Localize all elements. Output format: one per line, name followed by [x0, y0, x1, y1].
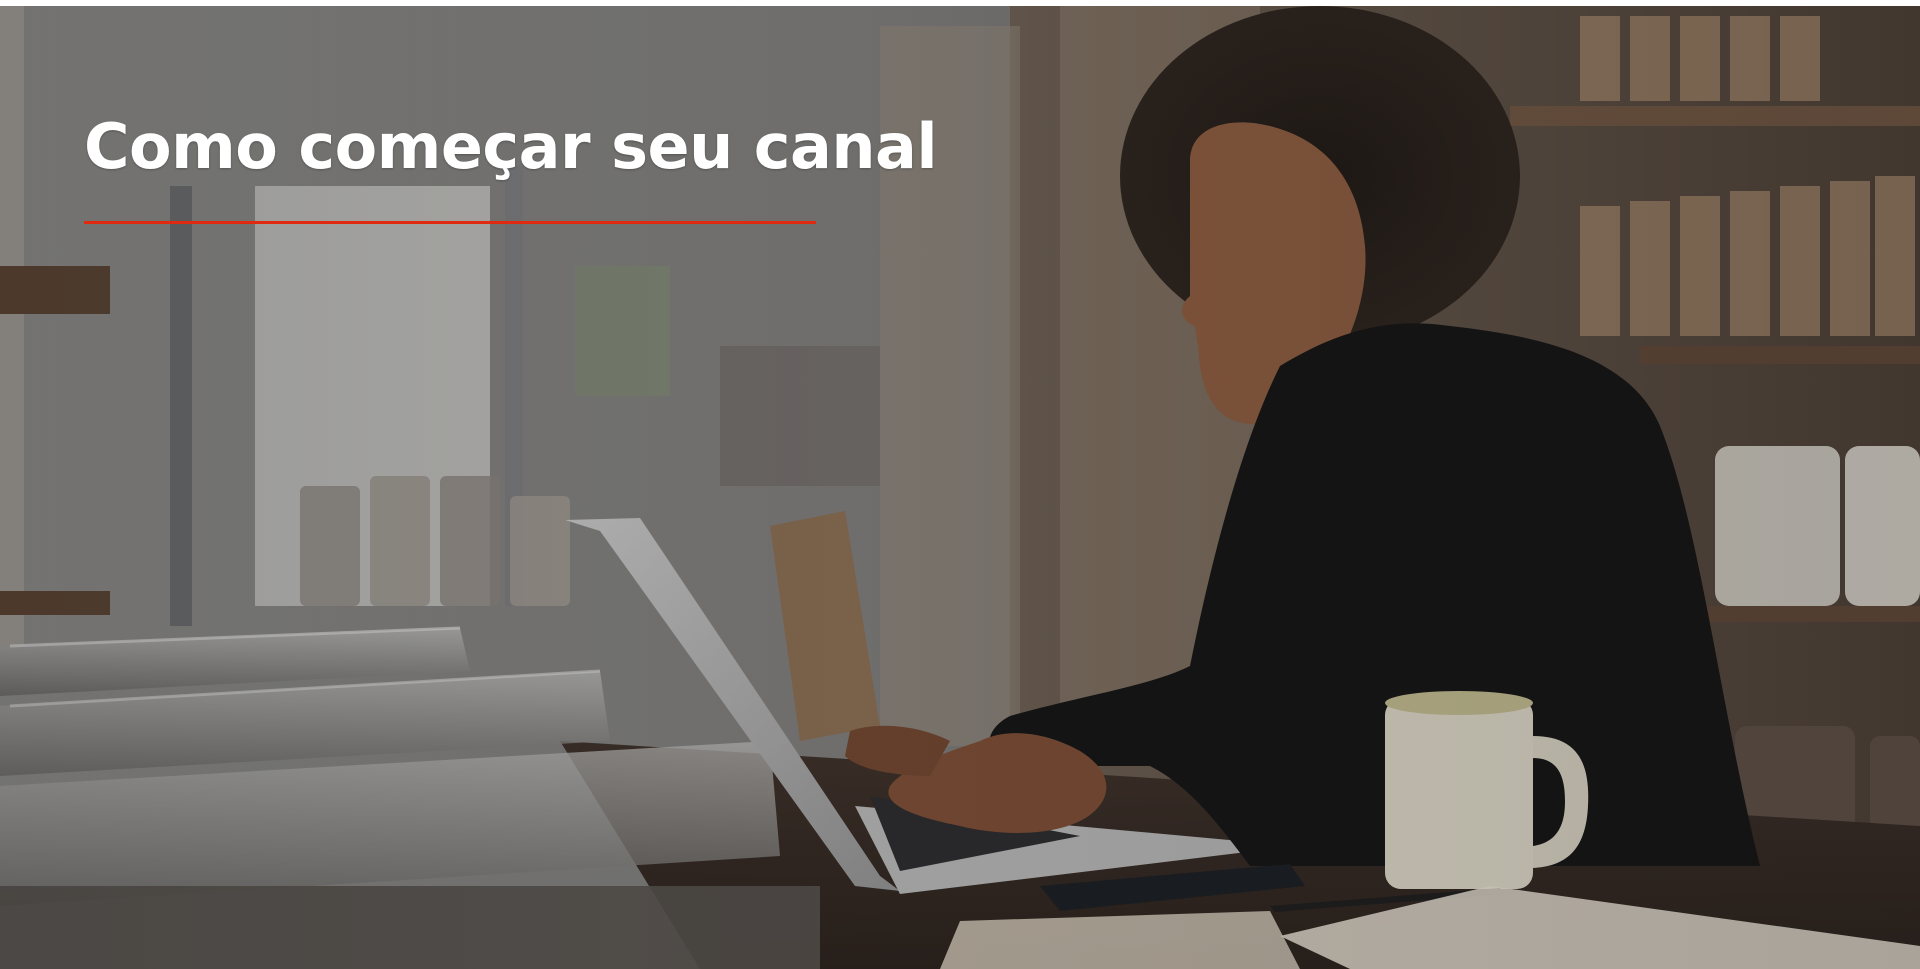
- hero-banner: Como começar seu canal: [0, 6, 1920, 969]
- title-accent-underline: [84, 221, 816, 224]
- page-title: Como começar seu canal: [84, 110, 938, 183]
